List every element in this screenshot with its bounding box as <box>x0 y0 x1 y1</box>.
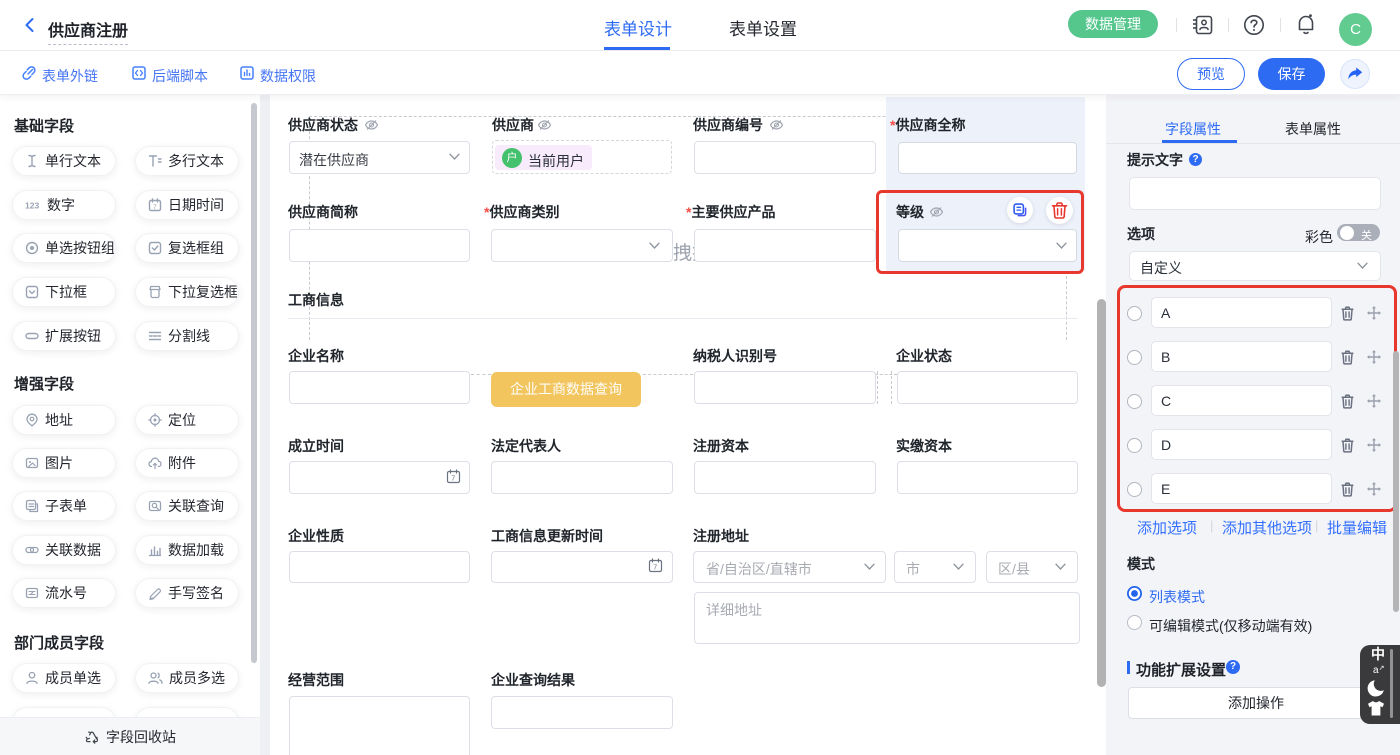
svg-text:7: 7 <box>653 565 657 572</box>
svg-text:7: 7 <box>451 476 455 483</box>
svg-text:123: 123 <box>25 201 39 211</box>
svg-text:7: 7 <box>153 204 157 211</box>
